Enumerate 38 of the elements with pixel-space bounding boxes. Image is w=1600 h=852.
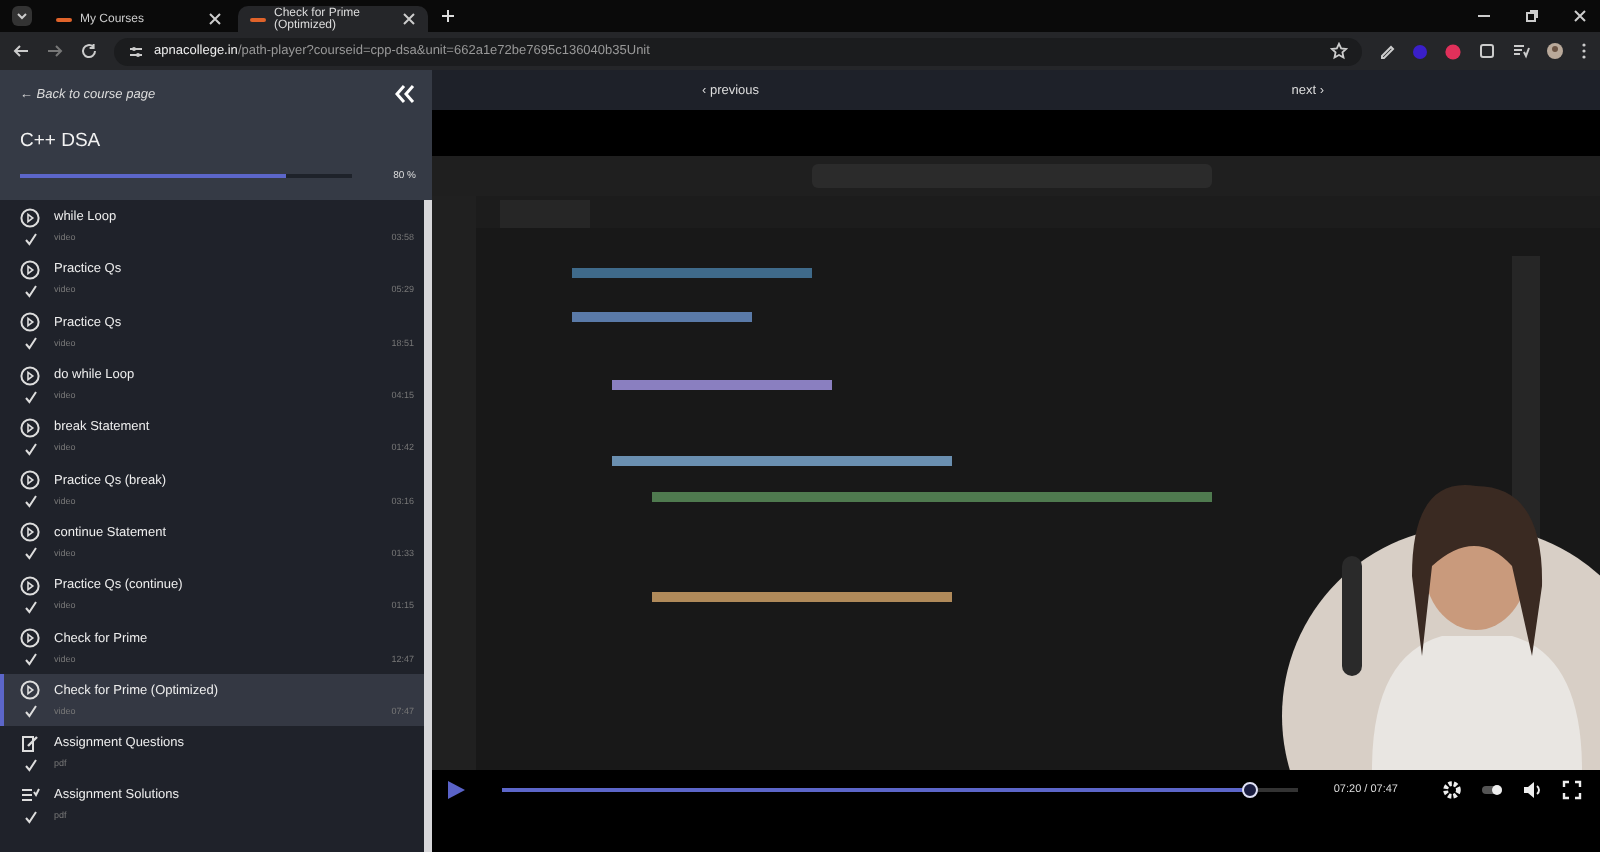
- restore-icon[interactable]: [1524, 8, 1540, 24]
- chevron-down-icon: [14, 8, 30, 24]
- play-circle-icon: [20, 259, 40, 280]
- forward-icon[interactable]: [46, 42, 64, 60]
- play-circle-icon: [20, 312, 40, 333]
- reload-icon[interactable]: [80, 42, 98, 60]
- close-icon[interactable]: [1572, 8, 1588, 24]
- play-circle-icon: [20, 470, 40, 491]
- settings-icon[interactable]: [1442, 780, 1462, 800]
- pen-icon[interactable]: [1378, 42, 1396, 60]
- scrollbar[interactable]: [424, 200, 432, 852]
- seek-thumb[interactable]: [1242, 782, 1258, 798]
- puzzle-icon[interactable]: [1478, 42, 1496, 60]
- collapse-icon[interactable]: [394, 84, 416, 104]
- bookmark-star-icon[interactable]: [1330, 42, 1348, 60]
- back-icon[interactable]: [12, 42, 30, 60]
- play-circle-icon: [20, 417, 40, 438]
- avatar-icon[interactable]: [1546, 42, 1564, 60]
- play-circle-icon: [20, 365, 40, 386]
- play-circle-icon: [20, 680, 40, 701]
- new-tab-icon[interactable]: [440, 8, 456, 24]
- play-circle-icon: [20, 575, 40, 596]
- site-settings-icon[interactable]: [128, 43, 144, 59]
- play-circle-icon: [20, 522, 40, 543]
- fullscreen-icon[interactable]: [1562, 780, 1582, 800]
- play-circle-icon: [20, 207, 40, 228]
- play-icon[interactable]: [446, 780, 466, 800]
- close-icon[interactable]: [208, 12, 222, 26]
- close-icon[interactable]: [402, 12, 416, 26]
- checklist-icon: [20, 785, 40, 806]
- more-icon[interactable]: [1580, 42, 1588, 60]
- volume-icon[interactable]: [1522, 780, 1542, 800]
- tab-search-button[interactable]: [12, 6, 32, 26]
- play-circle-icon: [20, 628, 40, 649]
- toggle-icon[interactable]: [1482, 784, 1502, 796]
- course-title: C++ DSA: [20, 130, 103, 152]
- edit-document-icon: [20, 733, 40, 754]
- media-icon[interactable]: [1512, 42, 1530, 60]
